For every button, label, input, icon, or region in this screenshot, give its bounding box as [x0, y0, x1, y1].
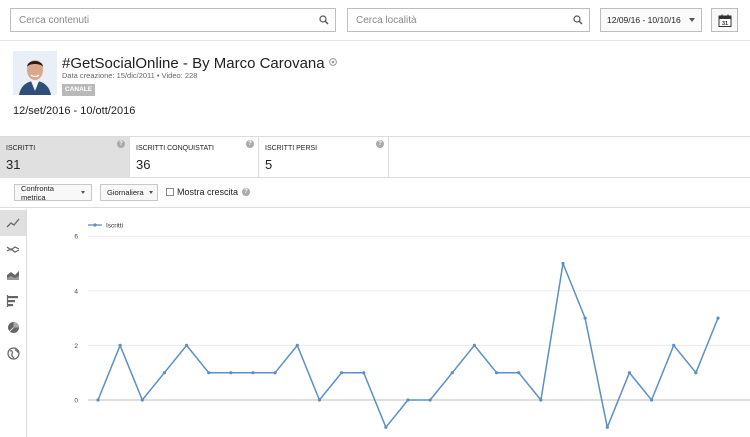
y-tick-label: 4 [74, 288, 78, 295]
show-growth-toggle[interactable]: Mostra crescita ? [166, 187, 251, 197]
data-point [627, 371, 632, 375]
external-link-icon[interactable] [328, 53, 337, 70]
search-icon[interactable] [567, 9, 589, 31]
pie-chart-button[interactable] [0, 314, 26, 340]
metric-cards: ISCRITTI 31 ? ISCRITTI CONQUISTATI 36 ? … [0, 136, 750, 178]
metric-value: 36 [136, 157, 151, 172]
compare-metric-label: Confronta metrica [21, 183, 54, 202]
metric-value: 5 [265, 157, 273, 172]
data-point [207, 371, 211, 375]
map-icon [6, 346, 20, 360]
data-point [649, 398, 654, 402]
y-tick-label: 6 [74, 234, 78, 241]
compare-metric-dropdown[interactable]: Confronta metrica [14, 183, 92, 202]
channel-name: #GetSocialOnline - By Marco Carovana [62, 55, 325, 72]
data-point [517, 371, 521, 375]
data-point [539, 398, 543, 402]
data-point [384, 425, 388, 429]
data-point [672, 343, 676, 347]
data-point [561, 261, 565, 266]
data-point [605, 425, 609, 429]
data-point [229, 371, 233, 375]
line-chart-icon [6, 218, 20, 228]
content-search-input[interactable]: Cerca contenuti [10, 8, 336, 32]
date-range-dropdown[interactable]: 12/09/16 - 10/10/16 [600, 8, 702, 32]
show-growth-checkbox[interactable] [166, 188, 174, 196]
metric-label: ISCRITTI PERSI [265, 145, 318, 152]
help-icon[interactable]: ? [242, 188, 251, 196]
data-point [184, 343, 189, 347]
legend-label: Iscritti [106, 223, 123, 230]
channel-title: #GetSocialOnline - By Marco Carovana [62, 53, 337, 72]
location-search-placeholder: Cerca località [356, 14, 417, 26]
location-search-input[interactable]: Cerca località [347, 8, 590, 32]
metric-label: ISCRITTI CONQUISTATI [136, 145, 214, 152]
help-icon[interactable]: ? [376, 140, 384, 148]
chart-type-sidebar [0, 209, 27, 437]
metric-card-subscribers-gained[interactable]: ISCRITTI CONQUISTATI 36 ? [130, 137, 259, 178]
granularity-label: Giornaliera [107, 188, 144, 197]
pie-chart-icon [7, 321, 19, 333]
granularity-dropdown[interactable]: Giornaliera [100, 184, 158, 201]
data-point [140, 398, 144, 402]
channel-meta: Data creazione: 15/dic/2011 • Video: 228 [62, 71, 198, 80]
metric-value: 31 [6, 157, 21, 172]
data-point [295, 343, 299, 347]
subscribers-line-chart: 0 2 4 6 Iscritti [28, 209, 750, 437]
chevron-down-icon [148, 191, 153, 194]
data-point [251, 371, 255, 375]
avatar [13, 51, 57, 95]
chart-controls: Confronta metrica Giornaliera Mostra cre… [0, 178, 750, 208]
data-point [96, 398, 100, 402]
data-point [118, 343, 122, 347]
data-point [339, 371, 344, 375]
data-point [583, 316, 587, 320]
calendar-day: 31 [721, 21, 727, 27]
bar-chart-button[interactable] [0, 288, 26, 314]
map-button[interactable] [0, 340, 26, 366]
chevron-down-icon [689, 18, 695, 22]
stacked-area-chart-icon [7, 271, 19, 280]
chevron-down-icon [81, 191, 85, 194]
data-point [494, 371, 499, 375]
data-point [428, 398, 432, 402]
calendar-icon: 31 [718, 14, 731, 27]
multi-line-chart-button[interactable] [0, 236, 26, 262]
data-point [716, 316, 720, 320]
metric-card-subscribers[interactable]: ISCRITTI 31 ? [0, 137, 130, 178]
bar-chart-icon [6, 295, 18, 307]
channel-badge: CANALE [62, 84, 96, 96]
data-point [162, 371, 167, 375]
data-point [472, 343, 477, 347]
data-point [450, 371, 454, 375]
help-icon[interactable]: ? [117, 140, 125, 148]
stacked-area-chart-button[interactable] [0, 262, 26, 288]
y-tick-label: 2 [74, 343, 78, 350]
line-chart-button[interactable] [0, 210, 26, 236]
show-growth-label: Mostra crescita [177, 187, 239, 197]
chart-canvas: 0 2 4 6 Iscritti [74, 223, 750, 429]
calendar-button[interactable]: 31 [711, 8, 738, 32]
multi-line-chart-icon [6, 246, 20, 253]
date-range-label: 12/09/16 - 10/10/16 [607, 15, 681, 25]
report-period: 12/set/2016 - 10/ott/2016 [13, 105, 136, 117]
data-point [362, 371, 366, 375]
metric-card-subscribers-lost[interactable]: ISCRITTI PERSI 5 ? [259, 137, 389, 178]
data-point [694, 371, 698, 375]
legend-marker [93, 223, 97, 227]
help-icon[interactable]: ? [246, 140, 254, 148]
search-icon[interactable] [313, 9, 335, 31]
y-tick-label: 0 [74, 398, 78, 405]
data-point [273, 371, 277, 375]
channel-header: #GetSocialOnline - By Marco Carovana Dat… [0, 40, 750, 136]
top-toolbar: Cerca contenuti Cerca località 12/09/16 … [0, 0, 750, 40]
metric-label: ISCRITTI [6, 145, 36, 152]
data-point [317, 398, 322, 402]
content-search-placeholder: Cerca contenuti [19, 14, 90, 26]
data-point [406, 398, 410, 402]
